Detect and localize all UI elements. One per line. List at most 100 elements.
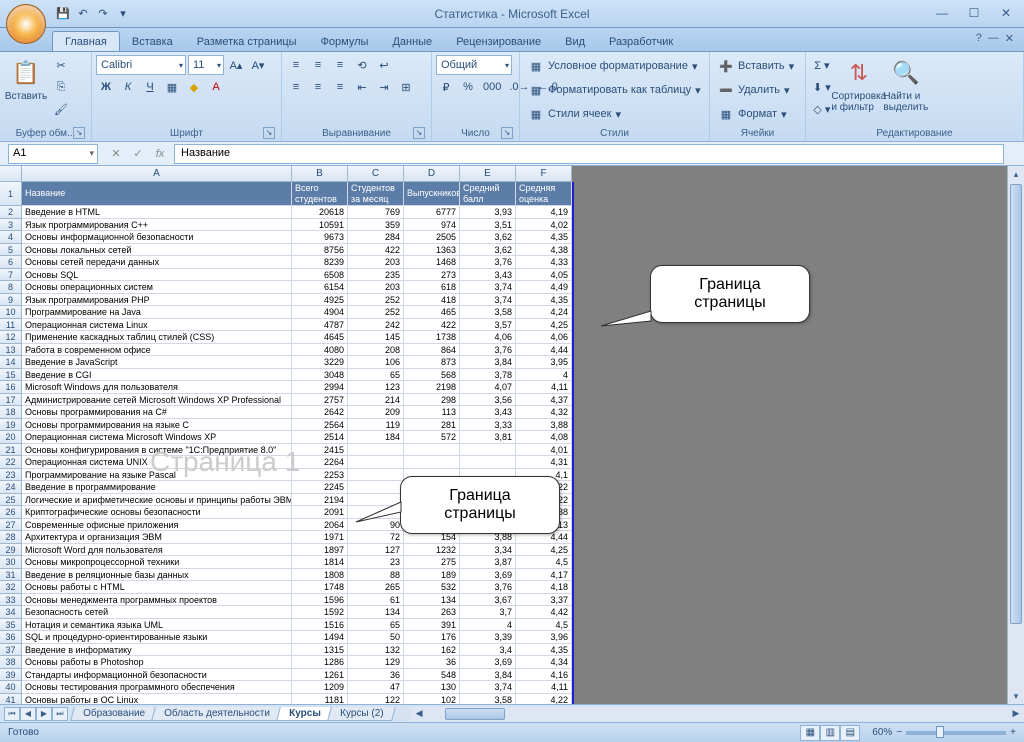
cell-B20[interactable]: 2514 — [292, 431, 348, 444]
clipboard-launcher[interactable]: ↘ — [73, 127, 85, 139]
row-header-28[interactable]: 28 — [0, 531, 22, 544]
cell-B28[interactable]: 1971 — [292, 531, 348, 544]
cell-B30[interactable]: 1814 — [292, 556, 348, 569]
cell-F6[interactable]: 4,33 — [516, 256, 572, 269]
cell-A31[interactable]: Введение в реляционные базы данных — [22, 569, 292, 582]
cell-C31[interactable]: 88 — [348, 569, 404, 582]
row-header-17[interactable]: 17 — [0, 394, 22, 407]
cell-E18[interactable]: 3,43 — [460, 406, 516, 419]
cell-C24[interactable] — [348, 481, 404, 494]
cell-A24[interactable]: Введение в программирование — [22, 481, 292, 494]
cell-B18[interactable]: 2642 — [292, 406, 348, 419]
cell-C40[interactable]: 47 — [348, 681, 404, 694]
col-header-B[interactable]: B — [292, 166, 348, 181]
cell-E20[interactable]: 3,81 — [460, 431, 516, 444]
cell-A5[interactable]: Основы локальных сетей — [22, 244, 292, 257]
cell-F19[interactable]: 3,88 — [516, 419, 572, 432]
cell-D3[interactable]: 974 — [404, 219, 460, 232]
row-header-33[interactable]: 33 — [0, 594, 22, 607]
cell-A20[interactable]: Операционная система Microsoft Windows X… — [22, 431, 292, 444]
col-header-D[interactable]: D — [404, 166, 460, 181]
cell-F2[interactable]: 4,19 — [516, 206, 572, 219]
cell-C5[interactable]: 422 — [348, 244, 404, 257]
col-header-F[interactable]: F — [516, 166, 572, 181]
cell-E3[interactable]: 3,51 — [460, 219, 516, 232]
cell-F18[interactable]: 4,32 — [516, 406, 572, 419]
cell-D14[interactable]: 873 — [404, 356, 460, 369]
view-page-break[interactable]: ▤ — [840, 725, 860, 741]
row-header-8[interactable]: 8 — [0, 281, 22, 294]
row-header-12[interactable]: 12 — [0, 331, 22, 344]
cell-B34[interactable]: 1592 — [292, 606, 348, 619]
cell-D8[interactable]: 618 — [404, 281, 460, 294]
cell-A17[interactable]: Администрирование сетей Microsoft Window… — [22, 394, 292, 407]
cell-A21[interactable]: Основы конфигурирования в системе "1С:Пр… — [22, 444, 292, 457]
cell-D36[interactable]: 176 — [404, 631, 460, 644]
cell-B14[interactable]: 3229 — [292, 356, 348, 369]
cell-B26[interactable]: 2091 — [292, 506, 348, 519]
cell-A35[interactable]: Нотация и семантика языка UML — [22, 619, 292, 632]
cell-C2[interactable]: 769 — [348, 206, 404, 219]
col-header-C[interactable]: C — [348, 166, 404, 181]
fill[interactable]: ⬇ ▾ — [810, 77, 834, 97]
row-header-37[interactable]: 37 — [0, 644, 22, 657]
sheet-nav-prev[interactable]: ◀ — [20, 707, 36, 721]
cell-E4[interactable]: 3,62 — [460, 231, 516, 244]
sheet-nav-next[interactable]: ▶ — [36, 707, 52, 721]
insert-cells[interactable]: ➕Вставить ▾ — [714, 55, 798, 77]
row-header-2[interactable]: 2 — [0, 206, 22, 219]
orientation[interactable]: ⟲ — [352, 55, 372, 75]
row-header-39[interactable]: 39 — [0, 669, 22, 682]
row-header-36[interactable]: 36 — [0, 631, 22, 644]
cell-F20[interactable]: 4,08 — [516, 431, 572, 444]
cell-C4[interactable]: 284 — [348, 231, 404, 244]
row-header-10[interactable]: 10 — [0, 306, 22, 319]
qat-redo[interactable]: ↷ — [94, 5, 112, 23]
cell-E17[interactable]: 3,56 — [460, 394, 516, 407]
cell-E38[interactable]: 3,69 — [460, 656, 516, 669]
cell-F9[interactable]: 4,35 — [516, 294, 572, 307]
cell-D5[interactable]: 1363 — [404, 244, 460, 257]
row-header-4[interactable]: 4 — [0, 231, 22, 244]
cell-F8[interactable]: 4,49 — [516, 281, 572, 294]
cell-D37[interactable]: 162 — [404, 644, 460, 657]
cell-D22[interactable] — [404, 456, 460, 469]
cut-button[interactable]: ✂ — [51, 55, 71, 75]
view-normal[interactable]: ▦ — [800, 725, 820, 741]
row-header-3[interactable]: 3 — [0, 219, 22, 232]
cell-B16[interactable]: 2994 — [292, 381, 348, 394]
sheet-tab-0[interactable]: Образование — [70, 707, 158, 721]
cell-D32[interactable]: 532 — [404, 581, 460, 594]
font-size-combo[interactable]: 11 — [188, 55, 224, 75]
cell-D18[interactable]: 113 — [404, 406, 460, 419]
cell-C8[interactable]: 203 — [348, 281, 404, 294]
cell-C7[interactable]: 235 — [348, 269, 404, 282]
cell-B15[interactable]: 3048 — [292, 369, 348, 382]
header-cell[interactable]: Средний балл — [460, 182, 516, 206]
cell-B39[interactable]: 1261 — [292, 669, 348, 682]
cell-F21[interactable]: 4,01 — [516, 444, 572, 457]
row-header-25[interactable]: 25 — [0, 494, 22, 507]
help-button[interactable]: ? — [976, 32, 982, 45]
align-top[interactable]: ≡ — [286, 55, 306, 75]
increase-indent[interactable]: ⇥ — [374, 77, 394, 97]
cell-C13[interactable]: 208 — [348, 344, 404, 357]
cell-D40[interactable]: 130 — [404, 681, 460, 694]
cell-A19[interactable]: Основы программирования на языке С — [22, 419, 292, 432]
conditional-formatting[interactable]: ▦Условное форматирование ▾ — [524, 55, 701, 77]
cell-F13[interactable]: 4,44 — [516, 344, 572, 357]
cell-D30[interactable]: 275 — [404, 556, 460, 569]
cell-B4[interactable]: 9673 — [292, 231, 348, 244]
cell-B36[interactable]: 1494 — [292, 631, 348, 644]
cell-B40[interactable]: 1209 — [292, 681, 348, 694]
cell-B9[interactable]: 4925 — [292, 294, 348, 307]
office-button[interactable] — [6, 4, 46, 44]
font-name-combo[interactable]: Calibri — [96, 55, 186, 75]
cell-E37[interactable]: 3,4 — [460, 644, 516, 657]
cell-A12[interactable]: Применение каскадных таблиц стилей (CSS) — [22, 331, 292, 344]
qat-undo[interactable]: ↶ — [74, 5, 92, 23]
row-header-9[interactable]: 9 — [0, 294, 22, 307]
wrap-text[interactable]: ↩ — [374, 55, 394, 75]
cell-E31[interactable]: 3,69 — [460, 569, 516, 582]
cell-B31[interactable]: 1808 — [292, 569, 348, 582]
